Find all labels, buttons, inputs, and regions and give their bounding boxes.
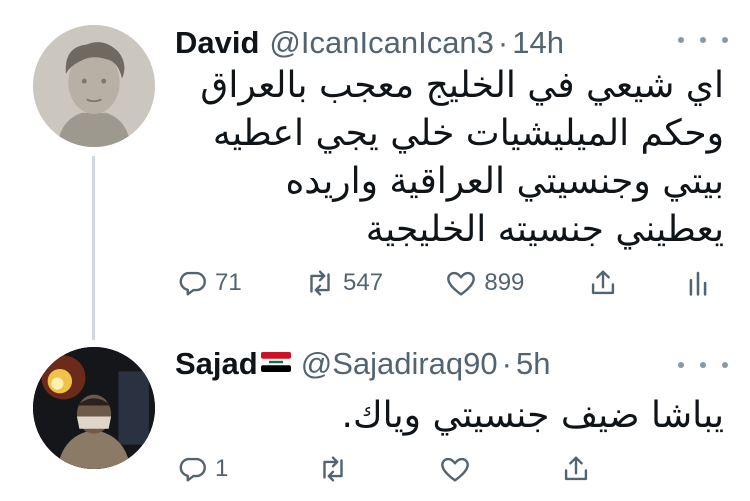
timestamp[interactable]: 5h	[516, 346, 550, 382]
more-icon[interactable]	[678, 355, 728, 375]
retweet-button[interactable]: 547	[303, 266, 383, 300]
user-handle[interactable]: @Sajadiraq90	[301, 346, 498, 382]
retweet-icon	[323, 456, 343, 482]
share-button[interactable]	[559, 452, 593, 486]
reply-count: 1	[215, 455, 229, 482]
retweet-count: 547	[343, 269, 384, 296]
separator-dot: ·	[497, 25, 509, 60]
separator-dot: ·	[501, 346, 512, 381]
user-handle[interactable]: @IcanIcanIcan3	[269, 25, 494, 61]
tweet-text: يباشا ضيف جنسيتي وياك.	[341, 395, 724, 436]
avatar-sajad[interactable]	[33, 347, 155, 469]
reply-icon	[179, 457, 206, 482]
retweet-icon	[310, 270, 330, 296]
avatar-david[interactable]	[33, 25, 155, 147]
like-count: 899	[484, 269, 525, 296]
tweet-header: Sajad @Sajadiraq90 · 5h	[175, 346, 550, 382]
reply-icon	[179, 271, 206, 296]
like-icon	[440, 457, 469, 482]
more-icon[interactable]	[678, 30, 728, 50]
tweet-actions: 71 547 899	[175, 266, 715, 300]
share-icon	[591, 270, 614, 295]
reply-count: 71	[215, 269, 242, 296]
analytics-placeholder	[681, 452, 715, 486]
display-name[interactable]: David	[175, 25, 259, 61]
iraq-flag-icon	[260, 352, 291, 372]
tweet-actions: 1	[175, 452, 715, 486]
timestamp[interactable]: 14h	[512, 25, 564, 61]
analytics-button[interactable]	[681, 266, 715, 300]
analytics-icon	[689, 271, 707, 296]
like-button[interactable]	[438, 452, 472, 486]
reply-button[interactable]: 71	[175, 266, 242, 300]
retweet-button[interactable]	[316, 452, 350, 486]
tweet-header: David @IcanIcanIcan3 · 14h	[175, 25, 564, 61]
tweet-text: اي شيعي في الخليج معجب بالعراق وحكم المي…	[200, 65, 724, 250]
reply-button[interactable]: 1	[175, 452, 228, 486]
share-button[interactable]	[586, 266, 620, 300]
share-icon	[565, 456, 588, 481]
tweet-david[interactable]: David @IcanIcanIcan3 · 14h اي شيعي في ال…	[0, 0, 750, 335]
like-button[interactable]: 899	[444, 266, 524, 300]
like-icon	[447, 271, 476, 296]
display-name[interactable]: Sajad	[175, 346, 258, 382]
